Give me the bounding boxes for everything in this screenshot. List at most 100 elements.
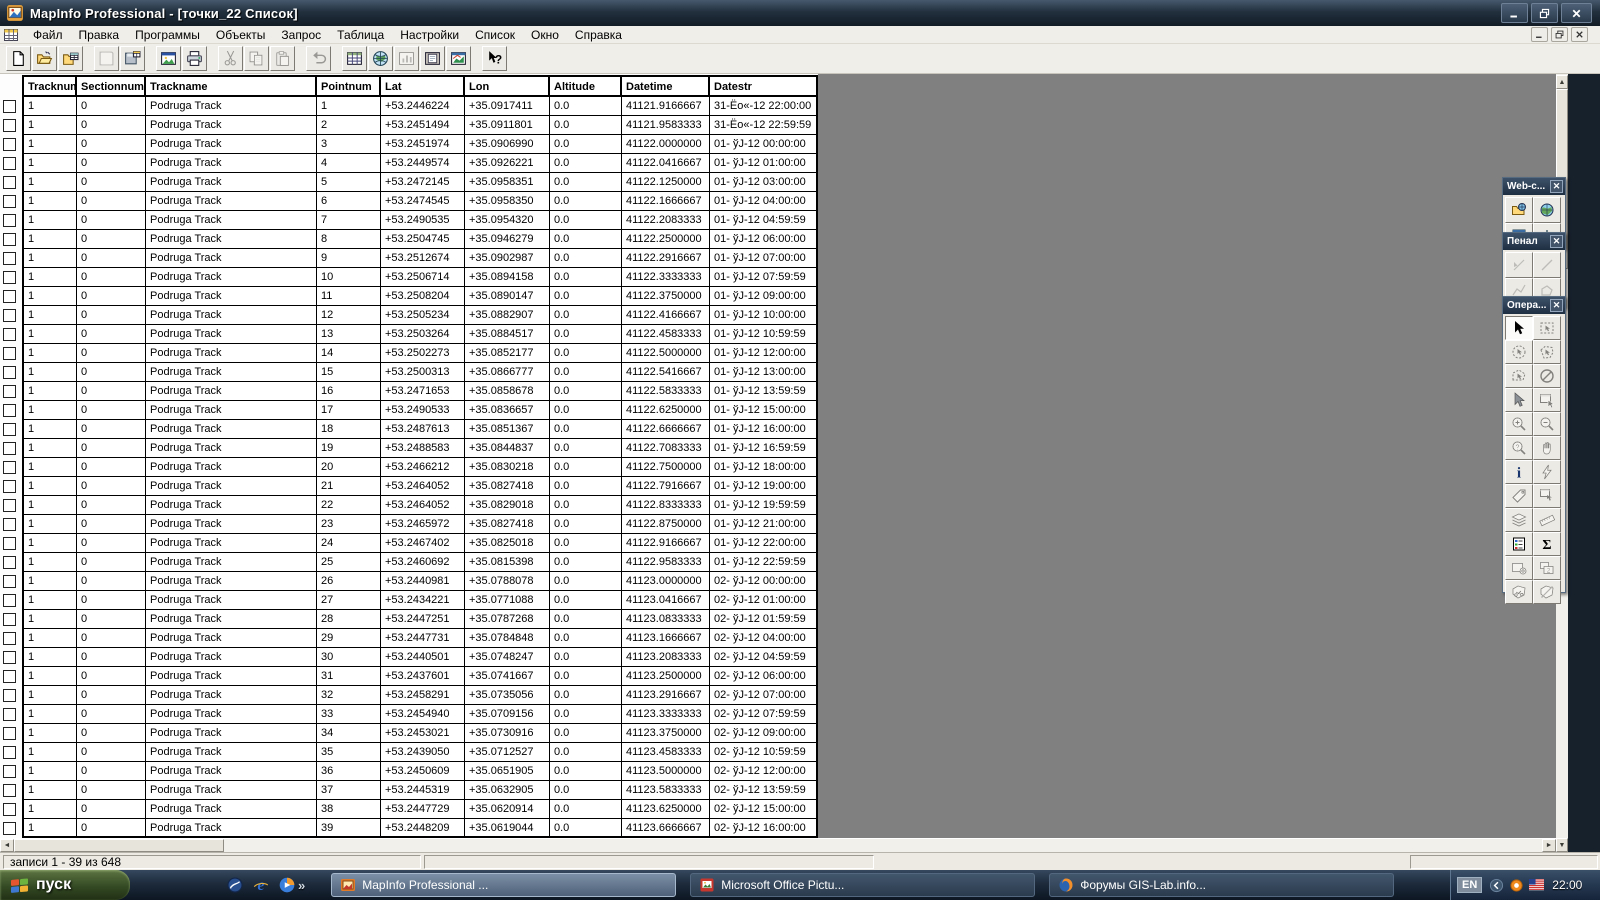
column-header-sectionnum[interactable]: Sectionnum xyxy=(77,77,146,97)
row-select-checkbox[interactable] xyxy=(3,461,16,474)
cell[interactable]: +53.2490533 xyxy=(381,401,465,420)
cell[interactable]: 8 xyxy=(317,230,381,249)
toolbar-button-window-picture[interactable] xyxy=(156,46,181,71)
cell[interactable]: 0 xyxy=(77,306,146,325)
cell[interactable]: +53.2506714 xyxy=(381,268,465,287)
cell[interactable]: 24 xyxy=(317,534,381,553)
cell[interactable]: 41123.3750000 xyxy=(622,724,710,743)
cell[interactable]: +53.2500313 xyxy=(381,363,465,382)
cell[interactable]: 0 xyxy=(77,344,146,363)
cell[interactable]: 0 xyxy=(77,705,146,724)
cell[interactable]: 01- ўJ-12 13:59:59 xyxy=(710,382,816,401)
cell[interactable]: 1 xyxy=(24,591,77,610)
cell[interactable]: 1 xyxy=(24,724,77,743)
cell[interactable]: 1 xyxy=(24,287,77,306)
cell[interactable]: 0.0 xyxy=(550,553,622,572)
cell[interactable]: +53.2447251 xyxy=(381,610,465,629)
menu-item-Правка[interactable]: Правка xyxy=(71,27,128,43)
cell[interactable]: Podruga Track xyxy=(146,667,317,686)
cell[interactable]: 0 xyxy=(77,724,146,743)
cell[interactable]: 14 xyxy=(317,344,381,363)
child-restore-button[interactable] xyxy=(1551,27,1568,42)
cell[interactable]: +53.2440981 xyxy=(381,572,465,591)
cell[interactable]: +53.2472145 xyxy=(381,173,465,192)
row-select-checkbox[interactable] xyxy=(3,594,16,607)
cell[interactable]: 0.0 xyxy=(550,344,622,363)
cell[interactable]: +35.0906990 xyxy=(465,135,550,154)
cell[interactable]: 1 xyxy=(24,610,77,629)
column-header-trackname[interactable]: Trackname xyxy=(146,77,317,97)
row-select-checkbox[interactable] xyxy=(3,822,16,835)
cell[interactable]: 41123.5833333 xyxy=(622,781,710,800)
scroll-right-button[interactable]: ► xyxy=(1542,839,1556,852)
cell[interactable]: +35.0784848 xyxy=(465,629,550,648)
cell[interactable]: 01- ўJ-12 21:00:00 xyxy=(710,515,816,534)
cell[interactable]: 01- ўJ-12 04:59:59 xyxy=(710,211,816,230)
quicklaunch-msn-icon[interactable] xyxy=(226,876,244,894)
cell[interactable]: 0.0 xyxy=(550,382,622,401)
row-select-checkbox[interactable] xyxy=(3,100,16,113)
cell[interactable]: +35.0830218 xyxy=(465,458,550,477)
cell[interactable]: +35.0827418 xyxy=(465,477,550,496)
toolbar-button-help-select[interactable]: ? xyxy=(482,46,507,71)
cell[interactable]: 15 xyxy=(317,363,381,382)
row-select-checkbox[interactable] xyxy=(3,727,16,740)
cell[interactable]: +35.0894158 xyxy=(465,268,550,287)
cell[interactable]: 0 xyxy=(77,249,146,268)
cell[interactable]: 38 xyxy=(317,800,381,819)
row-select-checkbox[interactable] xyxy=(3,708,16,721)
cell[interactable]: 01- ўJ-12 06:00:00 xyxy=(710,230,816,249)
cell[interactable]: 41122.3333333 xyxy=(622,268,710,287)
cell[interactable]: +35.0788078 xyxy=(465,572,550,591)
cell[interactable]: +35.0958350 xyxy=(465,192,550,211)
cell[interactable]: 0.0 xyxy=(550,363,622,382)
quicklaunch-wmp-icon[interactable] xyxy=(278,876,296,894)
cell[interactable]: 1 xyxy=(24,819,77,836)
cell[interactable]: 1 xyxy=(24,553,77,572)
cell[interactable]: Podruga Track xyxy=(146,116,317,135)
cell[interactable]: +53.2505234 xyxy=(381,306,465,325)
cell[interactable]: 0 xyxy=(77,515,146,534)
cell[interactable]: +53.2464052 xyxy=(381,496,465,515)
toolbar-button-new-mapper[interactable] xyxy=(368,46,393,71)
cell[interactable]: Podruga Track xyxy=(146,572,317,591)
cell[interactable]: 0.0 xyxy=(550,268,622,287)
cell[interactable]: 25 xyxy=(317,553,381,572)
cell[interactable]: 17 xyxy=(317,401,381,420)
taskbar-task-button[interactable]: Microsoft Office Pictu... xyxy=(690,873,1036,897)
row-select-checkbox[interactable] xyxy=(3,214,16,227)
cell[interactable]: Podruga Track xyxy=(146,743,317,762)
row-select-checkbox[interactable] xyxy=(3,803,16,816)
cell[interactable]: 0 xyxy=(77,230,146,249)
row-select-checkbox[interactable] xyxy=(3,613,16,626)
cell[interactable]: 1 xyxy=(24,230,77,249)
row-select-checkbox[interactable] xyxy=(3,271,16,284)
cell[interactable]: 1 xyxy=(24,382,77,401)
cell[interactable]: Podruga Track xyxy=(146,553,317,572)
cell[interactable]: 0 xyxy=(77,496,146,515)
cell[interactable]: +53.2471653 xyxy=(381,382,465,401)
cell[interactable]: 41121.9583333 xyxy=(622,116,710,135)
cell[interactable]: +53.2450609 xyxy=(381,762,465,781)
cell[interactable]: 41122.7916667 xyxy=(622,477,710,496)
cell[interactable]: +35.0852177 xyxy=(465,344,550,363)
menu-item-Объекты[interactable]: Объекты xyxy=(208,27,274,43)
cell[interactable]: 1 xyxy=(24,800,77,819)
cell[interactable]: Podruga Track xyxy=(146,496,317,515)
cell[interactable]: 1 xyxy=(24,743,77,762)
cell[interactable]: 0.0 xyxy=(550,116,622,135)
cell[interactable]: +35.0619044 xyxy=(465,819,550,836)
cell[interactable]: 0.0 xyxy=(550,781,622,800)
horizontal-scrollbar[interactable]: ◄ ► xyxy=(0,838,1556,852)
cell[interactable]: +53.2508204 xyxy=(381,287,465,306)
cell[interactable]: Podruga Track xyxy=(146,401,317,420)
cell[interactable]: 0.0 xyxy=(550,192,622,211)
cell[interactable]: 0 xyxy=(77,572,146,591)
row-select-checkbox[interactable] xyxy=(3,176,16,189)
cell[interactable]: 34 xyxy=(317,724,381,743)
cell[interactable]: 02- ўJ-12 01:59:59 xyxy=(710,610,816,629)
cell[interactable]: Podruga Track xyxy=(146,306,317,325)
cell[interactable]: 0 xyxy=(77,325,146,344)
cell[interactable]: 01- ўJ-12 01:00:00 xyxy=(710,154,816,173)
cell[interactable]: 0 xyxy=(77,154,146,173)
